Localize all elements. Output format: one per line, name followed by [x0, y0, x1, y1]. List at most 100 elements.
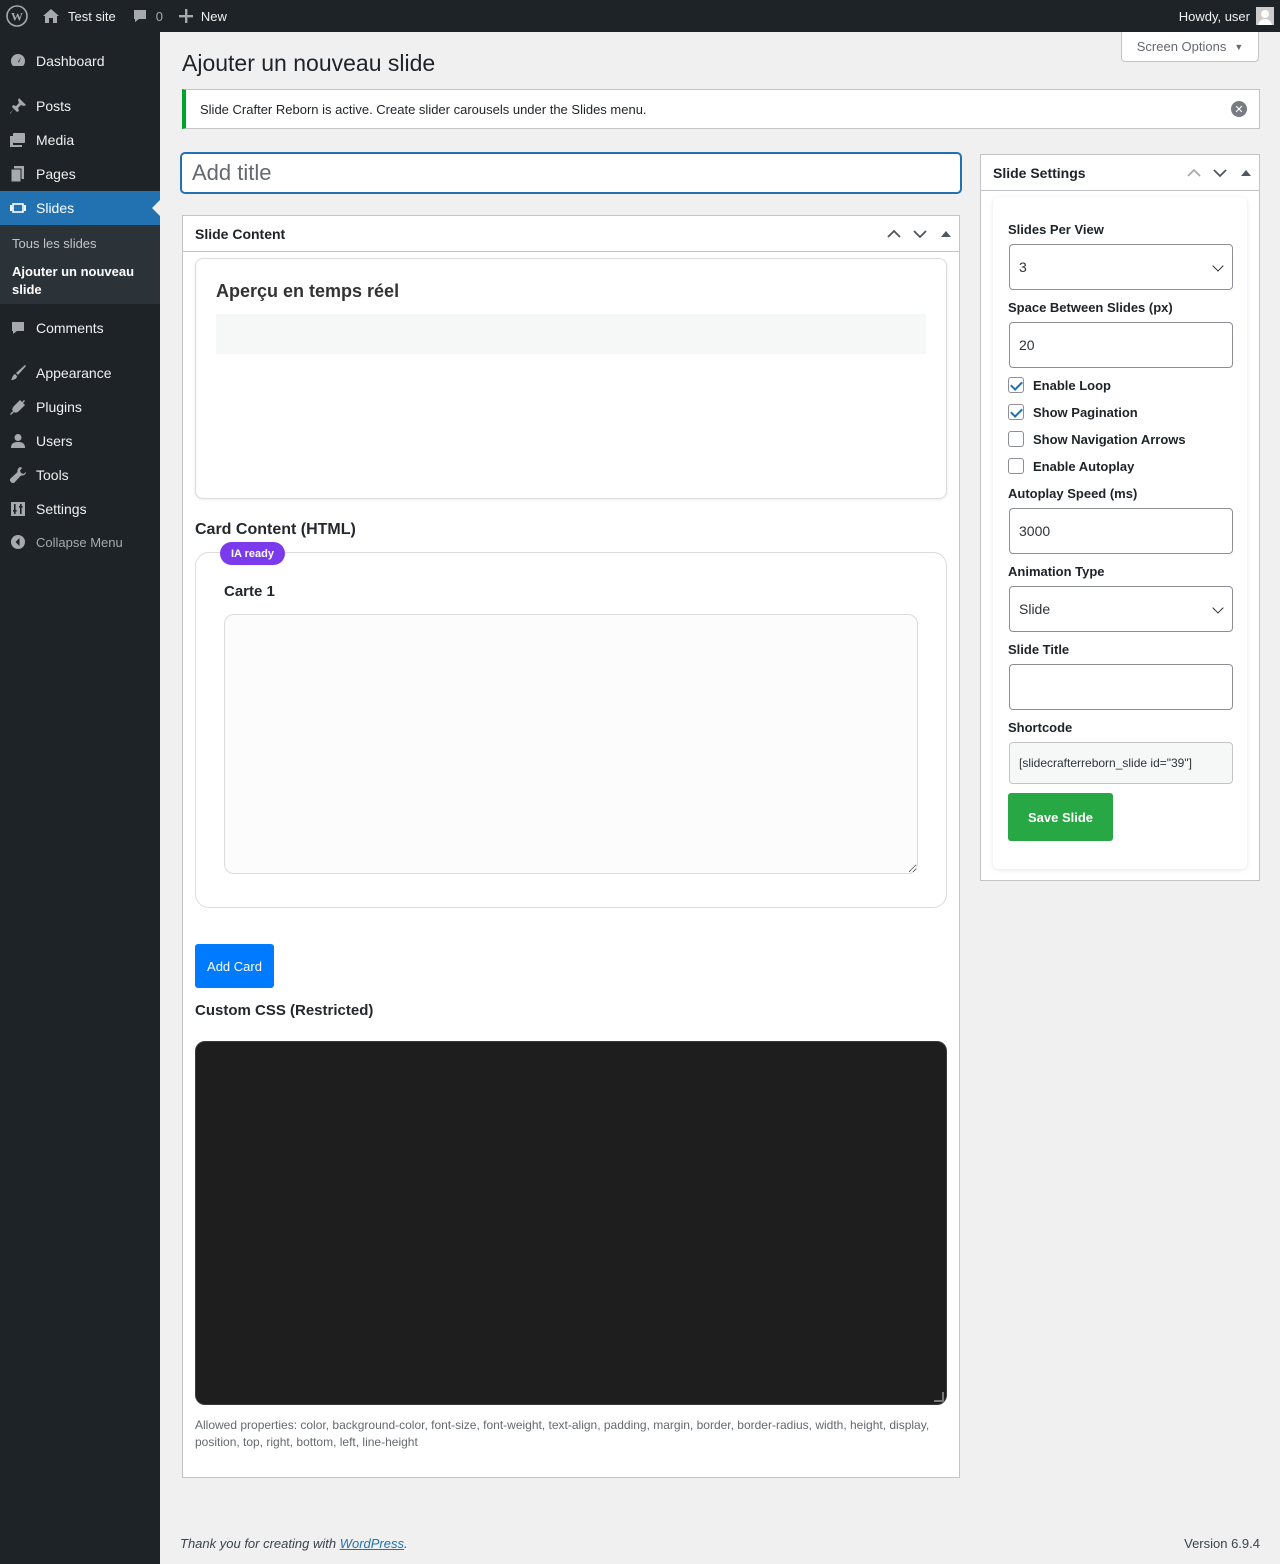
sidebar-item-label: Tools [36, 467, 69, 483]
collapse-label: Collapse Menu [36, 534, 123, 550]
animation-type-select[interactable]: Slide [1009, 586, 1233, 632]
enable-loop-checkbox[interactable]: Enable Loop [1008, 377, 1111, 393]
preview-area [216, 314, 926, 354]
comments-count: 0 [155, 8, 163, 24]
sidebar-item-media[interactable]: Media [0, 123, 160, 157]
comments-link[interactable]: 0 [124, 0, 171, 32]
new-content-link[interactable]: New [171, 0, 235, 32]
move-up-icon[interactable] [881, 216, 907, 252]
sidebar-item-users[interactable]: Users [0, 424, 160, 458]
live-preview: Aperçu en temps réel [195, 258, 947, 499]
sidebar-item-label: Dashboard [36, 53, 105, 69]
footer-thanks: Thank you for creating with WordPress. [180, 1536, 408, 1551]
sidebar-item-comments[interactable]: Comments [0, 311, 160, 345]
home-icon [42, 8, 60, 24]
plugin-icon [0, 398, 36, 416]
custom-css-editor[interactable] [195, 1041, 947, 1405]
sidebar-item-pages[interactable]: Pages [0, 157, 160, 191]
checkbox-unchecked[interactable] [1008, 431, 1024, 447]
sidebar-item-appearance[interactable]: Appearance [0, 356, 160, 390]
footer-thanks-suffix: . [404, 1536, 408, 1551]
animation-type-label: Animation Type [1008, 564, 1105, 579]
ia-ready-badge: IA ready [220, 542, 286, 565]
allowed-properties-text: Allowed properties: color, background-co… [195, 1418, 930, 1449]
enable-autoplay-checkbox[interactable]: Enable Autoplay [1008, 458, 1134, 474]
space-between-input[interactable]: 20 [1009, 322, 1233, 368]
dismiss-icon[interactable]: ✕ [1231, 101, 1247, 117]
settings-icon [0, 500, 36, 518]
preview-title: Aperçu en temps réel [216, 281, 400, 301]
success-notice: Slide Crafter Reborn is active. Create s… [182, 89, 1260, 129]
slides-per-view-select[interactable]: 3 [1009, 244, 1233, 290]
screen-options-button[interactable]: Screen Options ▼ [1121, 32, 1259, 62]
shortcode-value: [slidecrafterreborn_slide id="39"] [1019, 756, 1192, 770]
checkbox-unchecked[interactable] [1008, 458, 1024, 474]
avatar [1256, 7, 1274, 25]
postbox-title: Slide Settings [993, 164, 1086, 181]
card-title: Carte 1 [224, 583, 275, 600]
shortcode-field[interactable]: [slidecrafterreborn_slide id="39"] [1009, 742, 1233, 784]
postbox-tools [1181, 155, 1259, 191]
checkbox-checked[interactable] [1008, 377, 1024, 393]
collapse-menu-button[interactable]: Collapse Menu [0, 525, 160, 559]
site-name: Test site [68, 8, 116, 24]
autoplay-speed-value: 3000 [1019, 523, 1051, 539]
collapse-icon [0, 533, 36, 551]
sidebar-item-settings[interactable]: Settings [0, 492, 160, 526]
sidebar-item-label: Users [36, 433, 73, 449]
footer-version: Version 6.9.4 [1184, 1536, 1260, 1551]
autoplay-speed-label: Autoplay Speed (ms) [1008, 486, 1138, 501]
wordpress-link[interactable]: WordPress [340, 1536, 404, 1551]
settings-form: Slides Per View 3 Space Between Slides (… [993, 197, 1247, 869]
admin-bar: W Test site 0 New Howdy, user [0, 0, 1280, 32]
slide-title-label: Slide Title [1008, 642, 1070, 657]
new-label: New [200, 8, 227, 24]
toggle-panel-icon[interactable] [1233, 155, 1259, 191]
move-down-icon[interactable] [1207, 155, 1233, 191]
wrench-icon [0, 466, 36, 484]
move-down-icon[interactable] [907, 216, 933, 252]
toggle-panel-icon[interactable] [933, 216, 959, 252]
caret-down-icon: ▼ [1234, 41, 1244, 52]
submenu-item-all-slides[interactable]: Tous les slides [12, 235, 97, 253]
postbox-title: Slide Content [195, 225, 286, 242]
add-card-button[interactable]: Add Card [195, 944, 274, 988]
pin-icon [0, 97, 36, 115]
my-account[interactable]: Howdy, user [1171, 0, 1280, 32]
page-title: Ajouter un nouveau slide [182, 50, 436, 76]
user-icon [0, 432, 36, 450]
sidebar-item-label: Posts [36, 98, 72, 114]
sidebar-item-plugins[interactable]: Plugins [0, 390, 160, 424]
slide-title-input[interactable] [1009, 664, 1233, 710]
show-pagination-checkbox[interactable]: Show Pagination [1008, 404, 1138, 420]
postbox-tools [881, 216, 959, 252]
site-name-link[interactable]: Test site [34, 0, 124, 32]
space-between-value: 20 [1019, 337, 1035, 353]
checkbox-label: Enable Loop [1033, 377, 1111, 393]
move-up-icon[interactable] [1181, 155, 1207, 191]
slides-submenu: Tous les slides Ajouter un nouveau slide [0, 225, 160, 304]
submenu-item-add-slide[interactable]: Ajouter un nouveau slide [12, 263, 148, 299]
save-slide-button[interactable]: Save Slide [1008, 793, 1113, 841]
notice-text: Slide Crafter Reborn is active. Create s… [200, 101, 647, 117]
checkbox-checked[interactable] [1008, 404, 1024, 420]
sidebar-item-tools[interactable]: Tools [0, 458, 160, 492]
autoplay-speed-input[interactable]: 3000 [1009, 508, 1233, 554]
wordpress-logo-icon[interactable]: W [0, 0, 34, 32]
title-input[interactable] [181, 153, 961, 193]
sidebar-item-posts[interactable]: Posts [0, 89, 160, 123]
sidebar-item-dashboard[interactable]: Dashboard [0, 44, 160, 78]
dashboard-icon [0, 52, 36, 70]
custom-css-label: Custom CSS (Restricted) [195, 1002, 374, 1019]
card-editor: IA ready Carte 1 [195, 542, 947, 908]
media-icon [0, 131, 36, 149]
comment-icon [0, 319, 36, 337]
sidebar-item-label: Plugins [36, 399, 82, 415]
slides-per-view-label: Slides Per View [1008, 222, 1104, 237]
checkbox-label: Show Navigation Arrows [1033, 431, 1186, 447]
shortcode-label: Shortcode [1008, 720, 1073, 735]
show-arrows-checkbox[interactable]: Show Navigation Arrows [1008, 431, 1186, 447]
card-html-textarea[interactable] [224, 614, 918, 874]
admin-sidebar: Dashboard Posts Media Pages Slides Tous … [0, 32, 160, 1564]
sidebar-item-slides[interactable]: Slides [0, 191, 160, 225]
